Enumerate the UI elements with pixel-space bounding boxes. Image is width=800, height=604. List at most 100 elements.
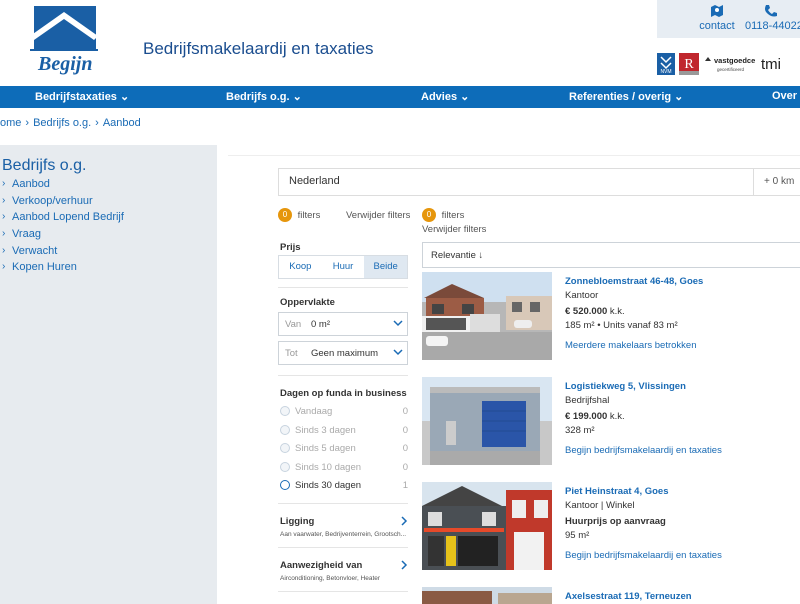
sort-label: Relevantie ↓ [431,250,484,261]
main-navigation: Bedrijfstaxaties ⌄ Bedrijfs o.g. ⌄ Advie… [0,86,800,108]
svg-text:tmi: tmi [761,56,781,73]
days-option-5[interactable]: Sinds 5 dagen 0 [280,442,410,457]
price-option-koop[interactable]: Koop [279,256,322,278]
listing-area: 95 m² [565,530,590,541]
contact-label: contact [699,20,735,32]
listing-type: Kantoor | Winkel [565,500,635,511]
area-min-label: Van [285,319,302,330]
listing-type: Kantoor [565,290,599,301]
listing-area: 328 m² [565,425,595,436]
chevron-right-icon[interactable] [400,516,408,526]
listing-address[interactable]: Zonnebloemstraat 46-48, Goes [565,276,703,287]
site-title: Bedrijfsmakelaardij en taxaties [143,39,374,58]
facilities-summary: Airconditioning, Betonvloer, Heater [280,575,381,582]
breadcrumb-home[interactable]: ome [0,117,21,129]
breadcrumb-separator-icon: › [95,117,99,129]
sidebar-item-aanbod-lopend-bedrijf[interactable]: › Aanbod Lopend Bedrijf [2,209,124,226]
filter-count-badge-2: 0 [422,208,436,222]
sidebar-title: Bedrijfs o.g. [2,157,87,174]
days-heading: Dagen op funda in business [280,388,407,399]
area-max-value: Geen maximum [311,348,379,359]
chevron-down-icon: ⌄ [674,91,684,103]
area-min-select[interactable]: Van 0 m² [278,312,408,336]
listing-agent[interactable]: Begijn bedrijfsmakelaardij en taxaties [565,445,722,456]
radius-select[interactable]: + 0 km [753,169,800,195]
svg-text:R: R [684,57,694,72]
filter-count-row: 0 filters [278,208,320,222]
location-type-accordion[interactable]: Ligging [280,516,314,527]
breadcrumb-aanbod[interactable]: Aanbod [103,117,141,129]
price-option-beide[interactable]: Beide [364,256,408,278]
phone-icon [765,5,777,17]
listing-agent[interactable]: Begijn bedrijfsmakelaardij en taxaties [565,550,722,561]
listing-card[interactable]: Axelsestraat 119, Terneuzen [422,587,800,604]
days-option-3[interactable]: Sinds 3 dagen 0 [280,424,410,439]
logo-text: Begijn [37,53,92,75]
nav-item-over[interactable]: Over [772,90,797,102]
nav-item-advies[interactable]: Advies ⌄ [421,90,469,103]
facilities-accordion[interactable]: Aanwezigheid van [280,560,362,571]
sidebar-menu: › Aanbod › Verkoop/verhuur › Aanbod Lopend … [2,176,124,276]
sort-select[interactable]: Relevantie ↓ [422,242,800,268]
chevron-right-icon[interactable] [400,560,408,570]
sidebar-item-verwacht[interactable]: › Verwacht [2,242,124,259]
area-heading: Oppervlakte [280,297,335,308]
days-option-30[interactable]: Sinds 30 dagen 1 [280,479,410,494]
price-type-toggle: Koop Huur Beide [278,255,408,279]
contact-link[interactable]: contact [692,4,742,32]
days-option-10[interactable]: Sinds 10 dagen 0 [280,461,410,476]
chevron-right-icon: › [2,194,6,206]
area-max-label: Tot [285,348,298,359]
location-search-input[interactable] [289,175,689,187]
clear-filters-link-2[interactable]: Verwijder filters [422,224,486,235]
price-option-huur[interactable]: Huur [322,256,365,278]
sidebar: Bedrijfs o.g. › Aanbod › Verkoop/verhuur ›… [0,145,217,604]
listing-card[interactable]: Piet Heinstraat 4, Goes Kantoor | Winkel… [422,482,800,582]
sidebar-item-vraag[interactable]: › Vraag [2,226,124,243]
register-badge-icon: R [679,53,699,75]
phone-number: 0118-44022 [745,20,800,32]
breadcrumb-separator-icon: › [25,117,30,129]
listing-price: Huurprijs op aanvraag [565,516,666,527]
listing-photo[interactable] [422,272,552,360]
divider [278,547,408,548]
radio-icon [280,443,290,453]
listing-address[interactable]: Piet Heinstraat 4, Goes [565,486,668,497]
listing-address[interactable]: Axelsestraat 119, Terneuzen [565,591,692,602]
nav-item-bedrijfstaxaties[interactable]: Bedrijfstaxaties ⌄ [35,90,129,103]
breadcrumb-bedrijfs-og[interactable]: Bedrijfs o.g. [33,117,91,129]
chevron-right-icon: › [2,211,6,223]
area-max-select[interactable]: Tot Geen maximum [278,341,408,365]
area-min-value: 0 m² [311,319,330,330]
location-type-summary: Aan vaarwater, Bedrijventerrein, Grootsc… [280,531,407,538]
chevron-down-icon: ⌄ [292,91,302,103]
listing-type: Bedrijfshal [565,395,610,406]
listing-agent[interactable]: Meerdere makelaars betrokken [565,340,696,351]
vastgoedcert-badge-icon: vastgoedcert gecertificeerd [705,56,755,72]
sidebar-item-kopen-huren[interactable]: › Kopen Huren [2,259,124,276]
phone-link[interactable]: 0118-44022 [745,4,800,32]
clear-filters-link[interactable]: Verwijder filters [346,210,410,221]
radio-icon [280,462,290,472]
top-contact-bar: contact 0118-44022 [657,0,800,38]
location-search: + 0 km [278,168,800,196]
filter-count-row-2: 0 filters [422,208,464,222]
sidebar-item-verkoop-verhuur[interactable]: › Verkoop/verhuur [2,193,124,210]
svg-text:gecertificeerd: gecertificeerd [717,67,745,72]
divider [278,503,408,504]
nav-item-referenties[interactable]: Referenties / overig ⌄ [569,90,683,103]
days-option-vandaag[interactable]: Vandaag 0 [280,405,410,420]
certification-badges: NVM R vastgoedcert gecertificeerd tmi [657,52,793,76]
content-divider [228,155,800,156]
sidebar-item-aanbod[interactable]: › Aanbod [2,176,124,193]
nav-item-bedrijfs-og[interactable]: Bedrijfs o.g. ⌄ [226,90,302,103]
listing-card[interactable]: Logistiekweg 5, Vlissingen Bedrijfshal €… [422,377,800,477]
listing-photo[interactable] [422,377,552,465]
listing-photo[interactable] [422,482,552,570]
listing-card[interactable]: Zonnebloemstraat 46-48, Goes Kantoor € 5… [422,272,800,372]
begijn-logo[interactable]: Begijn [28,6,100,76]
divider [278,287,408,288]
listing-photo[interactable] [422,587,552,604]
listing-address[interactable]: Logistiekweg 5, Vlissingen [565,381,686,392]
filter-count-label: filters [297,209,321,221]
